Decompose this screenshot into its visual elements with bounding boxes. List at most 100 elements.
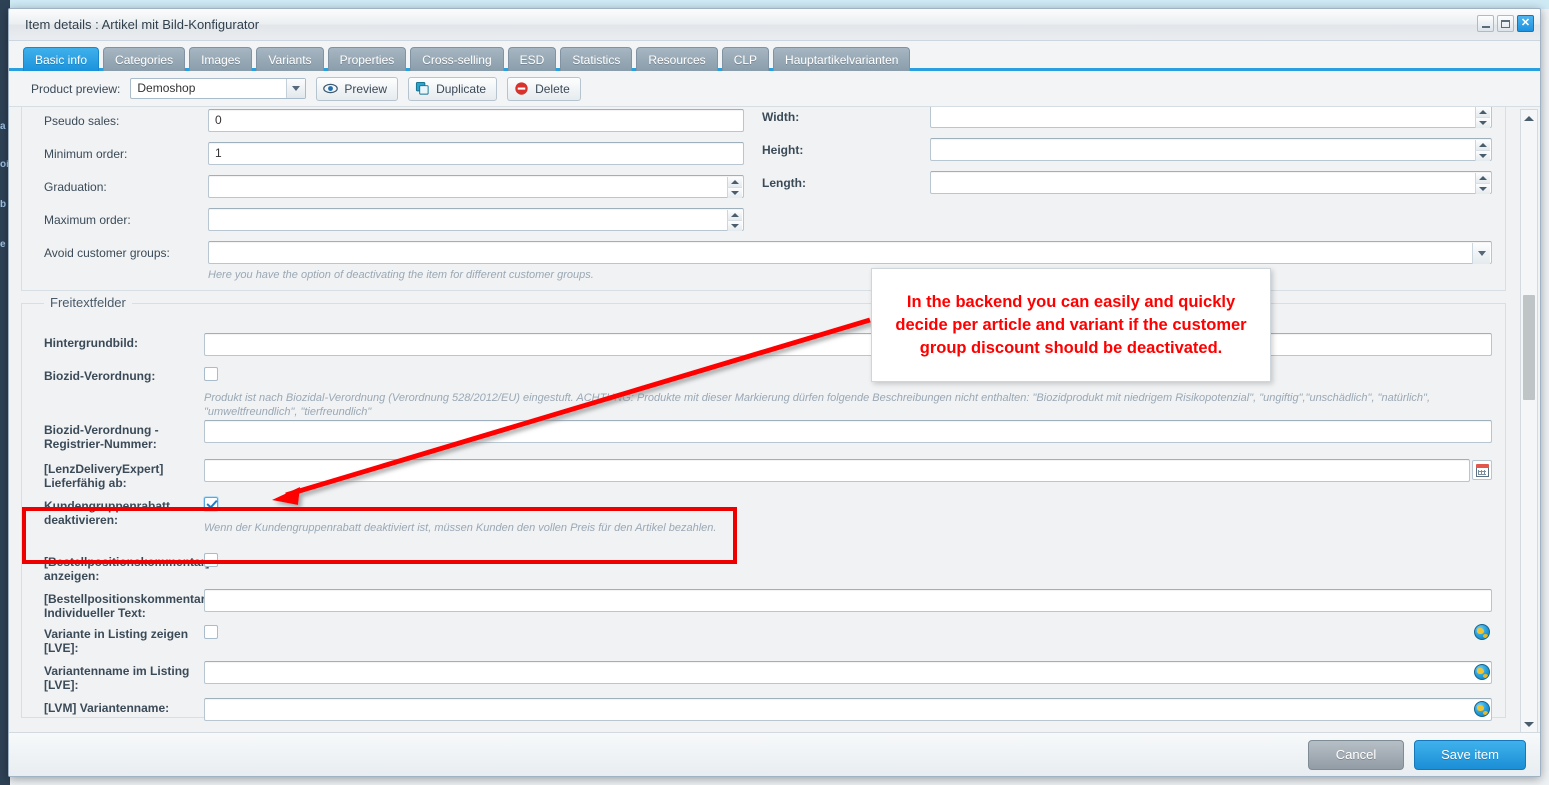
spinner-buttons[interactable] [727, 177, 742, 198]
scroll-down-button[interactable] [1521, 716, 1537, 732]
input-maximum-order[interactable] [208, 208, 744, 231]
shop-select-value: Demoshop [137, 81, 196, 95]
tab-categories[interactable]: Categories [103, 47, 186, 71]
preview-button[interactable]: Preview [316, 76, 399, 101]
tab-cross-selling[interactable]: Cross-selling [410, 47, 504, 71]
spinner-up-icon[interactable] [1475, 140, 1490, 151]
screen: a oi b e Item details : Artikel mit Bild… [0, 0, 1549, 785]
tab-hauptartikelvarianten[interactable]: Hauptartikelvarianten [773, 47, 911, 71]
input-width[interactable] [930, 107, 1492, 128]
tab-variants[interactable]: Variants [256, 47, 324, 71]
tab-basic-info[interactable]: Basic info [23, 47, 100, 71]
form-body: Pseudo sales: 0 Minimum order: 1 Graduation:… [9, 107, 1540, 735]
input-graduation[interactable] [208, 175, 744, 198]
kundengruppenrabatt-highlight-box [22, 507, 737, 564]
label-variantenname-im-listing: Variantenname im Listing [LVE]: [44, 664, 190, 692]
label-graduation: Graduation: [44, 180, 107, 194]
tab-properties[interactable]: Properties [327, 47, 407, 71]
spinner-down-icon[interactable] [727, 221, 742, 231]
spinner-down-icon[interactable] [1475, 151, 1490, 161]
vertical-scrollbar[interactable] [1520, 109, 1538, 733]
maximize-button[interactable] [1497, 15, 1514, 32]
item-details-dialog: Item details : Artikel mit Bild-Konfigur… [8, 8, 1541, 777]
input-avoid-customer-groups[interactable] [208, 241, 1492, 264]
label-biozid-verordnung: Biozid-Verordnung: [44, 369, 156, 383]
tab-esd[interactable]: ESD [507, 47, 557, 71]
spinner-up-icon[interactable] [1475, 107, 1490, 118]
spinner-buttons[interactable] [727, 210, 742, 231]
input-bestellpositionskommentar-individueller-text[interactable] [204, 589, 1492, 612]
duplicate-button-label: Duplicate [436, 81, 487, 96]
toolbar: Product preview: Demoshop Preview Duplic… [9, 71, 1540, 107]
input-lvm-variantenname[interactable] [204, 698, 1492, 721]
save-item-button[interactable]: Save item [1414, 739, 1526, 770]
window-controls: ✕ [1477, 15, 1534, 32]
tab-resources[interactable]: Resources [636, 47, 718, 71]
scrollbar-thumb[interactable] [1523, 295, 1535, 400]
spinner-down-icon[interactable] [1475, 184, 1490, 194]
label-biozid-registriernummer: Biozid-Verordnung - Registrier-Nummer: [44, 423, 159, 451]
label-length: Length: [762, 176, 806, 190]
label-variante-in-listing-zeigen: Variante in Listing zeigen [LVE]: [44, 627, 189, 655]
spinner-buttons[interactable] [1475, 140, 1490, 161]
calendar-icon [1475, 463, 1489, 477]
spinner-down-icon[interactable] [727, 188, 742, 198]
input-biozid-registriernummer[interactable] [204, 420, 1492, 443]
eye-icon [323, 83, 339, 94]
delete-button[interactable]: Delete [507, 76, 581, 101]
dialog-footer: Cancel Save item [9, 732, 1540, 776]
minimize-icon [1481, 25, 1490, 28]
dimensions-fieldset: Pseudo sales: 0 Minimum order: 1 Graduation:… [21, 107, 1506, 291]
spinner-up-icon[interactable] [1475, 173, 1490, 184]
label-height: Height: [762, 143, 804, 157]
product-preview-label: Product preview: [31, 81, 121, 96]
minimize-button[interactable] [1477, 15, 1494, 32]
close-button[interactable]: ✕ [1517, 15, 1534, 32]
delete-button-label: Delete [535, 81, 570, 96]
annotation-callout: In the backend you can easily and quickl… [871, 268, 1271, 382]
input-lenzdeliveryexpert-lieferfaehig-ab[interactable] [204, 459, 1470, 482]
annotation-text: In the backend you can easily and quickl… [895, 292, 1247, 357]
shop-select[interactable]: Demoshop [130, 78, 307, 99]
dialog-title: Item details : Artikel mit Bild-Konfigur… [25, 17, 260, 32]
checkbox-variante-in-listing-zeigen[interactable] [204, 625, 218, 639]
tab-clp[interactable]: CLP [721, 47, 770, 71]
spinner-buttons[interactable] [1475, 173, 1490, 194]
globe-icon-lvm-variantenname[interactable] [1474, 701, 1490, 717]
globe-icon-variante-in-listing-zeigen[interactable] [1474, 624, 1490, 640]
label-bestellpositionskommentar-individueller-text: [Bestellpositionskommentar] Individuelle… [44, 592, 210, 620]
input-length[interactable] [930, 171, 1492, 194]
label-maximum-order: Maximum order: [44, 213, 131, 227]
dialog-titlebar: Item details : Artikel mit Bild-Konfigur… [9, 9, 1540, 41]
spinner-down-icon[interactable] [1475, 118, 1490, 128]
checkbox-biozid-verordnung[interactable] [204, 367, 218, 381]
tab-images[interactable]: Images [189, 47, 253, 71]
avoid-customer-groups-chevron-down-icon[interactable] [1472, 243, 1490, 264]
calendar-picker-button[interactable] [1472, 460, 1492, 480]
input-pseudo-sales[interactable]: 0 [208, 109, 744, 132]
maximize-icon [1501, 19, 1510, 28]
label-lvm-variantenname: [LVM] Variantenname: [44, 701, 170, 715]
copy-icon [416, 81, 429, 95]
globe-icon-variantenname-im-listing[interactable] [1474, 664, 1490, 680]
spinner-up-icon[interactable] [727, 177, 742, 188]
label-avoid-customer-groups: Avoid customer groups: [44, 246, 170, 260]
hint-biozid-verordnung: Produkt ist nach Biozidal-Verordnung (Ve… [204, 392, 1431, 418]
tab-statistics[interactable]: Statistics [560, 47, 633, 71]
spinner-up-icon[interactable] [727, 210, 742, 221]
input-minimum-order[interactable]: 1 [208, 142, 744, 165]
form-scroll-pane: Pseudo sales: 0 Minimum order: 1 Graduation:… [9, 107, 1518, 735]
minus-circle-icon [515, 82, 528, 95]
input-variantenname-im-listing[interactable] [204, 661, 1492, 684]
input-height[interactable] [930, 138, 1492, 161]
label-width: Width: [762, 110, 800, 124]
scroll-up-button[interactable] [1521, 110, 1537, 126]
spinner-buttons[interactable] [1475, 107, 1490, 128]
duplicate-button[interactable]: Duplicate [408, 76, 498, 101]
cancel-button[interactable]: Cancel [1308, 739, 1404, 770]
label-lenzdeliveryexpert-lieferfaehig-ab: [LenzDeliveryExpert] Lieferfähig ab: [44, 462, 164, 490]
label-minimum-order: Minimum order: [44, 147, 128, 161]
chevron-down-icon[interactable] [286, 79, 306, 98]
label-pseudo-sales: Pseudo sales: [44, 114, 120, 128]
input-hintergrundbild[interactable] [204, 333, 1492, 356]
